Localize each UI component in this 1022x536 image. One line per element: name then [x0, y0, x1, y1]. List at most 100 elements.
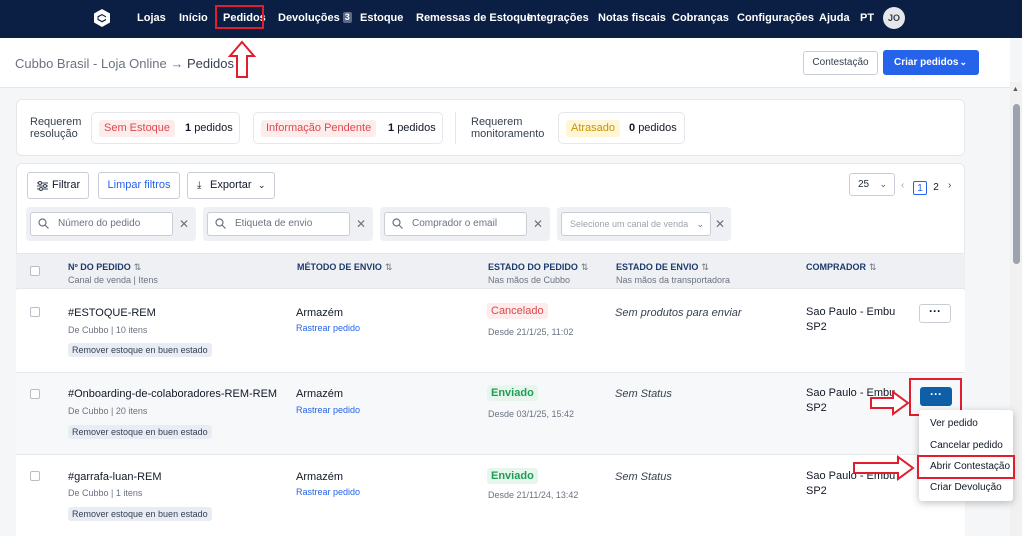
close-icon[interactable]: ✕ [179, 218, 189, 230]
scrollbar-thumb[interactable] [1013, 104, 1020, 264]
sort-icon: ⇅ [580, 262, 589, 272]
download-icon: ⤓ [197, 180, 202, 191]
breadcrumb: Cubbo Brasil - Loja Online → Pedidos [15, 56, 234, 71]
shipping-state: Sem Status [615, 471, 672, 483]
annotation-arrow-right-icon [853, 455, 915, 481]
row-actions-button[interactable]: ··· [919, 304, 951, 323]
nav-integracoes[interactable]: Integrações [527, 11, 589, 25]
export-button[interactable]: ⤓ Exportar ⌄ [187, 172, 275, 199]
nav-devolucoes-label: Devoluções [278, 12, 340, 24]
search-icon [392, 218, 403, 229]
shipping-label-filter: Etiqueta de envio ✕ [203, 207, 373, 241]
requires-resolution-label: Requerem resolução [30, 116, 82, 140]
filter-label: Filtrar [52, 179, 81, 191]
order-channel: De Cubbo | 10 itens [68, 325, 148, 335]
filter-button[interactable]: Filtrar [27, 172, 89, 199]
shipping-state: Sem Status [615, 388, 672, 400]
col-order-state[interactable]: ESTADO DO PEDIDO ⇅ [488, 262, 588, 273]
prev-page-icon[interactable]: ‹ [901, 180, 904, 191]
table-row[interactable]: #ESTOQUE-REM De Cubbo | 10 itens Remover… [16, 290, 965, 373]
row-checkbox[interactable] [30, 389, 40, 399]
col-shipping-state[interactable]: ESTADO DE ENVIO ⇅ [616, 262, 709, 273]
order-id[interactable]: #Onboarding-de-colaboradores-REM-REM [68, 388, 277, 400]
order-state-badge: Enviado [487, 468, 538, 484]
order-state-date: Desde 03/1/25, 15:42 [488, 409, 575, 419]
clear-filters-button[interactable]: Limpar filtros [98, 172, 180, 199]
order-number-placeholder: Número do pedido [58, 218, 141, 229]
per-page-select[interactable]: 25 ⌄ [849, 173, 895, 196]
sort-icon: ⇅ [869, 262, 877, 272]
channel-filter: Selecione um canal de venda ⌄ ✕ [557, 207, 731, 241]
col-shipping-method[interactable]: MÉTODO DE ENVIO ⇅ [297, 262, 392, 273]
avatar[interactable]: JO [883, 7, 905, 29]
shipping-label-input[interactable]: Etiqueta de envio [207, 212, 350, 236]
channel-select[interactable]: Selecione um canal de venda ⌄ [561, 212, 711, 236]
no-stock-filter[interactable]: Sem Estoque 1 pedidos [91, 112, 240, 144]
nav-devolucoes[interactable]: Devoluções 3 [278, 11, 352, 25]
top-nav: Lojas Início Pedidos Devoluções 3 Estoque… [0, 0, 1022, 38]
menu-item-cancel-order[interactable]: Cancelar pedido [930, 440, 1003, 451]
late-filter[interactable]: Atrasado 0 pedidos [558, 112, 685, 144]
track-order-link[interactable]: Rastrear pedido [296, 487, 360, 497]
order-id[interactable]: #garrafa-luan-REM [68, 471, 162, 483]
track-order-link[interactable]: Rastrear pedido [296, 323, 360, 333]
order-type-chip: Remover estoque en buen estado [68, 507, 212, 521]
search-icon [215, 218, 226, 229]
menu-item-view-order[interactable]: Ver pedido [930, 418, 978, 429]
annotation-highlight-contest [917, 455, 1015, 479]
order-number-input[interactable]: Número do pedido [30, 212, 173, 236]
cubbo-logo-icon[interactable] [93, 8, 111, 28]
buyer-filter: Comprador o email ✕ [380, 207, 550, 241]
order-type-chip: Remover estoque en buen estado [68, 343, 212, 357]
nav-configuracoes[interactable]: Configurações [737, 11, 814, 25]
order-channel: De Cubbo | 20 itens [68, 406, 148, 416]
table-row[interactable]: #garrafa-luan-REM De Cubbo | 1 itens Rem… [16, 455, 965, 536]
page-1[interactable]: 1 [913, 181, 927, 195]
nav-notas-fiscais[interactable]: Notas fiscais [598, 11, 666, 25]
channel-placeholder: Selecione um canal de venda [570, 219, 689, 229]
order-type-chip: Remover estoque en buen estado [68, 425, 212, 439]
buyer-input[interactable]: Comprador o email [384, 212, 527, 236]
language-selector[interactable]: PT [860, 11, 874, 25]
no-stock-tag: Sem Estoque [99, 120, 176, 137]
next-page-icon[interactable]: › [948, 180, 951, 191]
search-icon [38, 218, 49, 229]
order-id[interactable]: #ESTOQUE-REM [68, 307, 156, 319]
buyer-name: Sao Paulo - Embu SP2 [806, 306, 896, 333]
pending-info-filter[interactable]: Informação Pendente 1 pedidos [253, 112, 443, 144]
scroll-up-icon[interactable]: ▲ [1012, 86, 1019, 93]
close-icon[interactable]: ✕ [533, 218, 543, 230]
close-icon[interactable]: ✕ [356, 218, 366, 230]
annotation-highlight-pedidos [215, 5, 264, 29]
sort-icon: ⇅ [384, 262, 393, 272]
breadcrumb-separator: → [170, 56, 184, 71]
track-order-link[interactable]: Rastrear pedido [296, 405, 360, 415]
sort-icon: ⇅ [133, 262, 142, 272]
nav-cobrancas[interactable]: Cobranças [672, 11, 729, 25]
nav-lojas[interactable]: Lojas [137, 11, 166, 25]
col-order-state-sub: Nas mãos de Cubbo [488, 275, 571, 285]
pending-info-tag: Informação Pendente [261, 120, 377, 137]
page-2[interactable]: 2 [929, 181, 943, 195]
shipping-method: Armazém [296, 388, 344, 400]
row-checkbox[interactable] [30, 471, 40, 481]
col-order-number-sub: Canal de venda | Itens [68, 275, 158, 285]
menu-item-create-return[interactable]: Criar Devolução [930, 482, 1002, 493]
order-state-badge: Cancelado [487, 303, 548, 319]
col-buyer[interactable]: COMPRADOR ⇅ [806, 262, 877, 273]
page-title: Pedidos [187, 56, 234, 71]
table-row[interactable]: #Onboarding-de-colaboradores-REM-REM De … [16, 373, 965, 455]
nav-ajuda[interactable]: Ajuda [819, 11, 850, 25]
contest-button[interactable]: Contestação [803, 51, 878, 75]
nav-inicio[interactable]: Início [179, 11, 208, 25]
nav-remessas[interactable]: Remessas de Estoque [416, 11, 533, 25]
per-page-value: 25 [858, 179, 870, 190]
select-all-checkbox[interactable] [30, 266, 40, 276]
create-orders-button[interactable]: Criar pedidos ⌄ [883, 50, 979, 75]
nav-estoque[interactable]: Estoque [360, 11, 403, 25]
row-checkbox[interactable] [30, 307, 40, 317]
shipping-method: Armazém [296, 307, 344, 319]
col-order-number[interactable]: Nº DO PEDIDO ⇅ [68, 262, 141, 273]
close-icon[interactable]: ✕ [715, 218, 725, 230]
breadcrumb-store[interactable]: Cubbo Brasil - Loja Online [15, 56, 167, 71]
